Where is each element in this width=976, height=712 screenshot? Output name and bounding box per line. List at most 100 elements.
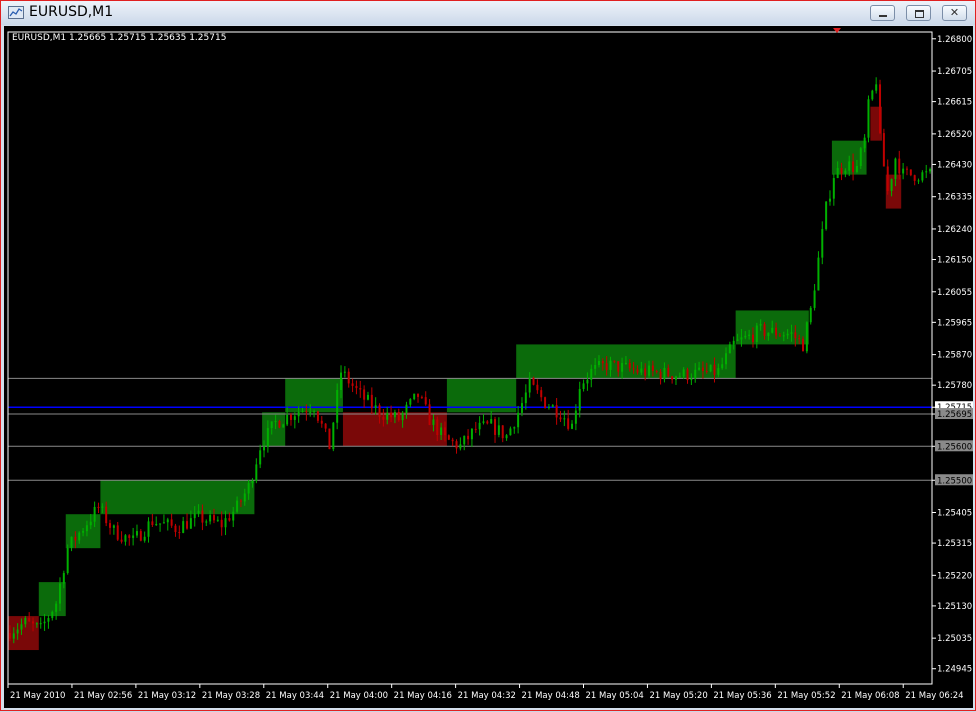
candle-body (328, 428, 331, 450)
price-axis-label: 1.26705 (937, 67, 972, 77)
candle-body (894, 158, 897, 180)
candle-body (332, 422, 335, 450)
time-axis-label: 21 May 02:56 (74, 691, 132, 701)
candle-body (101, 506, 104, 508)
candle-body (802, 338, 805, 352)
candle-body (89, 521, 92, 526)
candle-body (867, 99, 870, 138)
time-axis-label: 21 May 03:44 (266, 691, 324, 701)
candle-body (921, 172, 924, 181)
window-titlebar[interactable]: EURUSD,M1 ✕ (1, 1, 975, 25)
candle-body (859, 148, 862, 167)
candle-body (147, 521, 150, 537)
candle-body (51, 611, 54, 619)
close-button[interactable]: ✕ (942, 5, 967, 21)
candle-body (590, 368, 593, 380)
candle-body (363, 389, 366, 400)
candle-body (128, 535, 131, 538)
candle-body (340, 372, 343, 391)
plot-border (7, 31, 933, 685)
time-axis-label: 21 May 04:00 (330, 691, 388, 701)
time-axis-label: 21 May 05:04 (586, 691, 644, 701)
candle-body (755, 325, 758, 343)
candle-body (263, 446, 266, 451)
candle-body (678, 376, 681, 378)
candle-body (47, 618, 50, 622)
candle-body (451, 439, 454, 442)
candle-body (532, 378, 535, 385)
candle-body (8, 633, 11, 639)
candle-body (120, 539, 123, 542)
price-axis-label: 1.25600 (937, 442, 972, 452)
candle-body (875, 84, 878, 91)
candle-body (528, 378, 531, 393)
candle-body (640, 368, 643, 373)
candle-body (490, 419, 493, 424)
candle-body (24, 618, 27, 625)
candle-body (817, 257, 820, 291)
candle-body (821, 229, 824, 258)
candle-body (359, 388, 362, 390)
candle-body (186, 521, 189, 529)
candle-body (467, 435, 470, 440)
candle-body (763, 324, 766, 336)
candle-body (109, 523, 112, 528)
candle-body (709, 364, 712, 372)
maximize-button[interactable] (906, 5, 931, 21)
price-axis-label: 1.26150 (937, 256, 972, 266)
candle-body (524, 392, 527, 404)
candle-body (775, 327, 778, 336)
range-box-up (262, 412, 286, 447)
price-chart[interactable]: 1.26800 1.26705 1.26615 1.26520 1.26430 1.263… (4, 26, 973, 708)
candle-body (698, 367, 701, 370)
candle-body (401, 413, 404, 421)
candle-body (863, 137, 866, 149)
candle-body (886, 166, 889, 191)
chart-area[interactable]: 1.26800 1.26705 1.26615 1.26520 1.26430 1.263… (4, 26, 973, 708)
price-axis-label: 1.25780 (937, 381, 972, 391)
candle-body (259, 450, 262, 465)
candle-body (374, 405, 377, 408)
candle-body (671, 376, 674, 380)
candle-body (925, 171, 928, 173)
candle-body (289, 414, 292, 420)
candle-body (721, 364, 724, 369)
minimize-button[interactable] (870, 5, 895, 21)
candle-body (736, 339, 739, 341)
candle-body (82, 531, 85, 533)
candle-body (170, 519, 173, 526)
candle-body (459, 444, 462, 449)
candle-body (390, 412, 393, 418)
candle-body (447, 435, 450, 440)
candle-body (713, 364, 716, 375)
candle-body (828, 198, 831, 202)
candle-body (228, 518, 231, 521)
chart-axes: 1.26800 1.26705 1.26615 1.26520 1.26430 1.263… (7, 28, 973, 701)
candle-body (674, 376, 677, 380)
candle-body (166, 519, 169, 523)
price-axis-label: 1.26240 (937, 225, 972, 235)
candle-body (547, 406, 550, 408)
candle-body (540, 390, 543, 398)
candle-body (705, 371, 708, 373)
time-axis-label: 21 May 05:36 (713, 691, 771, 701)
candle-body (351, 383, 354, 386)
chart-info-label: EURUSD,M1 1.25665 1.25715 1.25635 1.2571… (12, 33, 226, 43)
candle-body (440, 427, 443, 435)
candle-body (239, 500, 242, 502)
candle-body (890, 179, 893, 191)
candle-body (717, 368, 720, 375)
candle-body (567, 418, 570, 429)
candle-body (832, 178, 835, 199)
candle-body (913, 175, 916, 181)
candle-body (162, 522, 165, 524)
candle-body (216, 519, 219, 521)
candle-body (613, 360, 616, 362)
candle-body (748, 334, 751, 336)
candle-body (844, 170, 847, 174)
candle-body (270, 421, 273, 429)
price-axis-label: 1.25500 (937, 476, 972, 486)
time-axis-label: 21 May 05:52 (777, 691, 835, 701)
candle-body (509, 428, 512, 436)
price-axis-label: 1.25695 (937, 410, 972, 420)
